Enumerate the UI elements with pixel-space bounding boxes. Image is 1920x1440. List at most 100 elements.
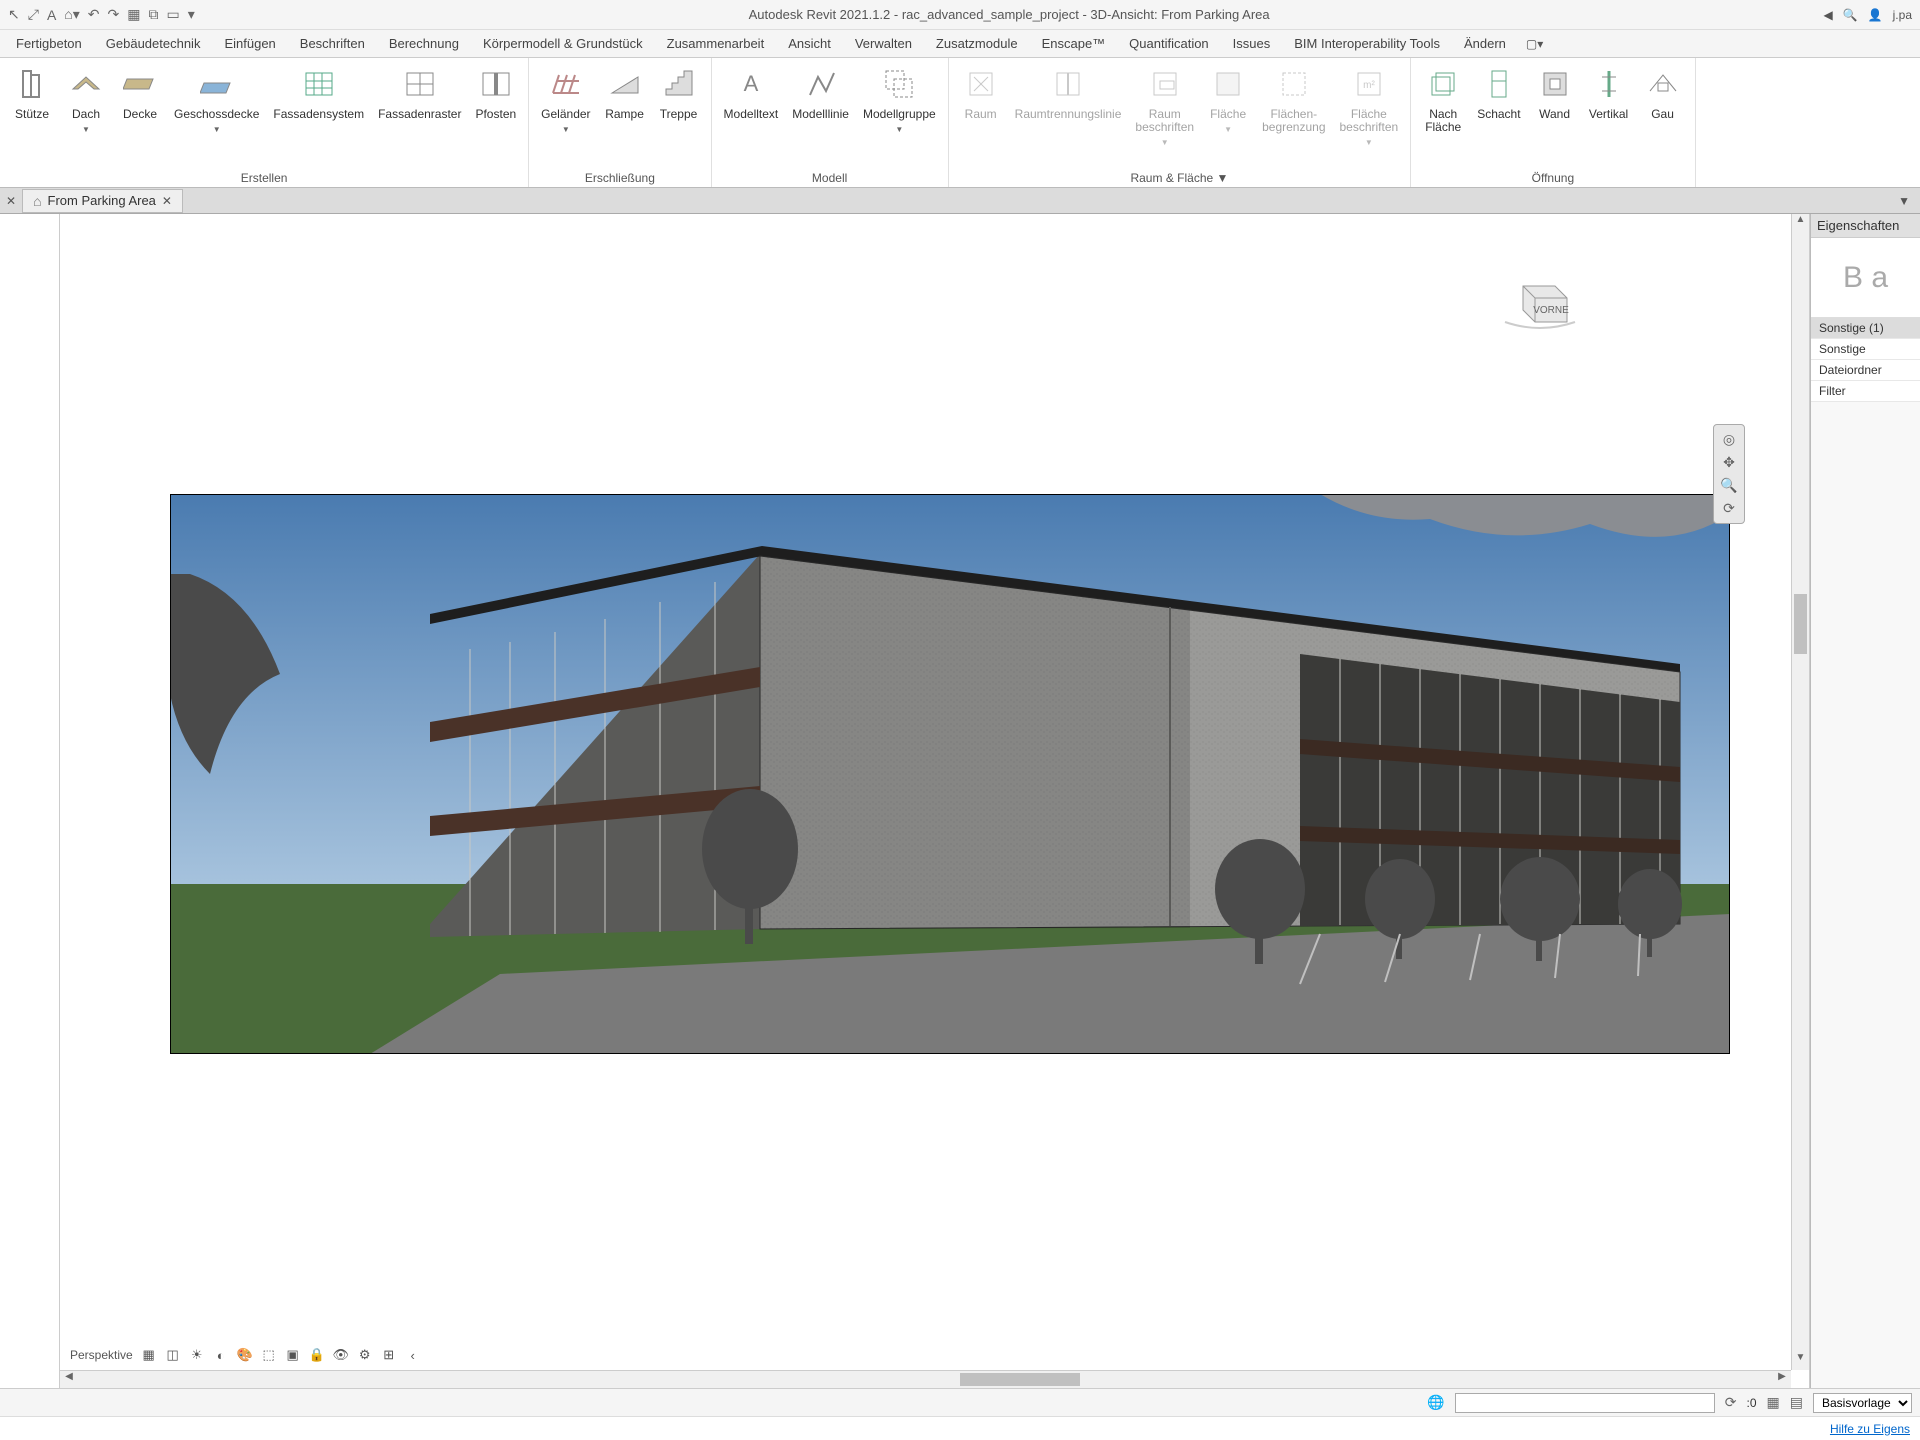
tab-einfuegen[interactable]: Einfügen	[212, 32, 287, 55]
view-cube[interactable]: VORNE	[1495, 274, 1585, 334]
tab-zusammenarbeit[interactable]: Zusammenarbeit	[655, 32, 777, 55]
cmd-decke[interactable]: Decke	[114, 62, 166, 123]
qat-home-icon[interactable]: ⌂▾	[64, 6, 79, 23]
vcb-shadows-icon[interactable]: ◐	[213, 1347, 229, 1363]
ribbon-group-oeffnung: Nach Fläche Schacht Wand Vertikal Gau Öf…	[1411, 58, 1695, 187]
qat-close-hidden-icon[interactable]: ⧉	[148, 6, 158, 23]
vcb-visual-style-icon[interactable]: ◫	[165, 1347, 181, 1363]
cmd-modellgruppe[interactable]: Modellgruppe▼	[857, 62, 942, 136]
info-center-back-icon[interactable]: ◀	[1824, 8, 1833, 22]
vcb-sun-icon[interactable]: ☀	[189, 1347, 205, 1363]
view-template-select[interactable]: Basisvorlage	[1813, 1393, 1912, 1413]
scroll-down-icon[interactable]: ▼	[1792, 1352, 1809, 1370]
scroll-left-icon[interactable]: ◀	[60, 1371, 78, 1388]
cmd-nach-flaeche[interactable]: Nach Fläche	[1417, 62, 1469, 136]
properties-type-row[interactable]: Sonstige (1)	[1811, 318, 1920, 339]
qat-measure-icon[interactable]: ⤢	[28, 6, 39, 23]
tab-gebaeudetechnik[interactable]: Gebäudetechnik	[94, 32, 213, 55]
cmd-fassadensystem[interactable]: Fassadensystem	[267, 62, 370, 123]
vcb-lock-icon[interactable]: 🔒	[309, 1347, 325, 1363]
tab-zusatzmodule[interactable]: Zusatzmodule	[924, 32, 1030, 55]
project-browser-collapsed[interactable]	[0, 214, 60, 1388]
qat-thin-lines-icon[interactable]: ▦	[127, 6, 140, 23]
qat-undo-icon[interactable]: ↶	[88, 6, 100, 23]
props-row-sonstige[interactable]: Sonstige	[1811, 339, 1920, 360]
scroll-thumb-v[interactable]	[1794, 594, 1807, 654]
sb-filter-icon[interactable]: ▦	[1767, 1394, 1780, 1411]
qat-redo-icon[interactable]: ↷	[108, 6, 120, 23]
view-cube-face-label: VORNE	[1533, 305, 1569, 316]
vcb-temp-hide-icon[interactable]: 👁	[333, 1347, 349, 1363]
cmd-gelaender[interactable]: Geländer▼	[535, 62, 596, 136]
worksets-icon[interactable]: 🌐	[1427, 1394, 1444, 1411]
drawing-area[interactable]: VORNE ◎ ✥ 🔍 ⟳	[70, 224, 1785, 1378]
cmd-dach[interactable]: Dach▼	[60, 62, 112, 136]
vcb-detail-icon[interactable]: ▦	[141, 1347, 157, 1363]
tab-issues[interactable]: Issues	[1221, 32, 1283, 55]
tab-verwalten[interactable]: Verwalten	[843, 32, 924, 55]
vcb-reveal-icon[interactable]: ⚙	[357, 1347, 373, 1363]
vcb-crop-icon[interactable]: ⬚	[261, 1347, 277, 1363]
tab-beschriften[interactable]: Beschriften	[288, 32, 377, 55]
tab-fertigbeton[interactable]: Fertigbeton	[4, 32, 94, 55]
cmd-stuetze[interactable]: Stütze	[6, 62, 58, 123]
sb-select-icon[interactable]: ▤	[1790, 1394, 1803, 1411]
nav-orbit-icon[interactable]: ⟳	[1723, 500, 1735, 517]
nav-wheel-icon[interactable]: ◎	[1723, 431, 1735, 448]
nav-zoom-icon[interactable]: 🔍	[1720, 477, 1737, 494]
tab-bim-interop[interactable]: BIM Interoperability Tools	[1282, 32, 1452, 55]
user-name[interactable]: j.pa	[1893, 8, 1912, 22]
horizontal-scrollbar[interactable]: ◀ ▶	[60, 1370, 1791, 1388]
ribbon-group-erstellen: Stütze Dach▼ Decke Geschossdecke▼ Fassad…	[0, 58, 529, 187]
tab-close-left-icon[interactable]: ✕	[6, 194, 16, 208]
tab-aendern[interactable]: Ändern	[1452, 32, 1518, 55]
sb-sync-icon[interactable]: ⟳	[1725, 1394, 1737, 1411]
nav-pan-icon[interactable]: ✥	[1723, 454, 1735, 471]
group-label-raum-flaeche[interactable]: Raum & Fläche ▼	[955, 169, 1405, 187]
vcb-expand-icon[interactable]: ‹	[405, 1347, 421, 1363]
props-row-filter[interactable]: Filter	[1811, 381, 1920, 402]
qat-switch-windows-icon[interactable]: ▭	[166, 6, 179, 23]
tab-berechnung[interactable]: Berechnung	[377, 32, 471, 55]
vcb-scale[interactable]: Perspektive	[70, 1348, 133, 1362]
cmd-schacht[interactable]: Schacht	[1471, 62, 1526, 123]
qat-pointer-icon[interactable]: ↖	[8, 6, 20, 23]
cmd-pfosten[interactable]: Pfosten	[469, 62, 522, 123]
scroll-right-icon[interactable]: ▶	[1773, 1371, 1791, 1388]
cmd-modelltext[interactable]: AModelltext	[718, 62, 785, 123]
view-tab-close-icon[interactable]: ✕	[162, 194, 172, 208]
user-icon[interactable]: 👤	[1868, 8, 1883, 22]
cmd-fassadenraster[interactable]: Fassadenraster	[372, 62, 467, 123]
tab-quantification[interactable]: Quantification	[1117, 32, 1221, 55]
selection-info-input[interactable]	[1455, 1393, 1715, 1413]
vcb-crop-visible-icon[interactable]: ▣	[285, 1347, 301, 1363]
qat-dropdown-icon[interactable]: ▾	[188, 6, 195, 23]
scroll-thumb-h[interactable]	[960, 1373, 1080, 1386]
cmd-gaube[interactable]: Gau	[1637, 62, 1689, 123]
tab-enscape[interactable]: Enscape™	[1030, 32, 1118, 55]
vcb-render-icon[interactable]: 🎨	[237, 1347, 253, 1363]
shaft-icon	[1479, 64, 1519, 104]
cmd-rampe[interactable]: Rampe	[599, 62, 651, 123]
ribbon-expand-icon[interactable]: ▢▾	[1526, 37, 1543, 51]
cmd-modelllinie[interactable]: Modelllinie	[786, 62, 855, 123]
props-row-dateiordner[interactable]: Dateiordner	[1811, 360, 1920, 381]
cmd-wand[interactable]: Wand	[1529, 62, 1581, 123]
scroll-up-icon[interactable]: ▲	[1792, 214, 1809, 232]
qat-text-icon[interactable]: A	[47, 7, 56, 23]
cmd-geschossdecke[interactable]: Geschossdecke▼	[168, 62, 265, 136]
vertical-scrollbar[interactable]: ▲ ▼	[1791, 214, 1809, 1370]
model-text-icon: A	[731, 64, 771, 104]
properties-preview[interactable]: B a	[1811, 238, 1920, 318]
app-title: Autodesk Revit 2021.1.2 - rac_advanced_s…	[195, 7, 1824, 22]
cmd-treppe[interactable]: Treppe	[653, 62, 705, 123]
tab-ansicht[interactable]: Ansicht	[776, 32, 843, 55]
vcb-analytical-icon[interactable]: ⊞	[381, 1347, 397, 1363]
cmd-vertikal[interactable]: Vertikal	[1583, 62, 1635, 123]
view-canvas[interactable]: VORNE ◎ ✥ 🔍 ⟳ Perspektive ▦ ◫ ☀ ◐ 🎨 ⬚ ▣ …	[60, 214, 1810, 1388]
tab-koerpermodell[interactable]: Körpermodell & Grundstück	[471, 32, 655, 55]
info-center-search-icon[interactable]: 🔍	[1843, 8, 1858, 22]
view-tab-from-parking[interactable]: ⌂ From Parking Area ✕	[22, 189, 183, 213]
help-link[interactable]: Hilfe zu Eigens	[1830, 1422, 1910, 1436]
tab-menu-icon[interactable]: ▼	[1894, 194, 1914, 208]
